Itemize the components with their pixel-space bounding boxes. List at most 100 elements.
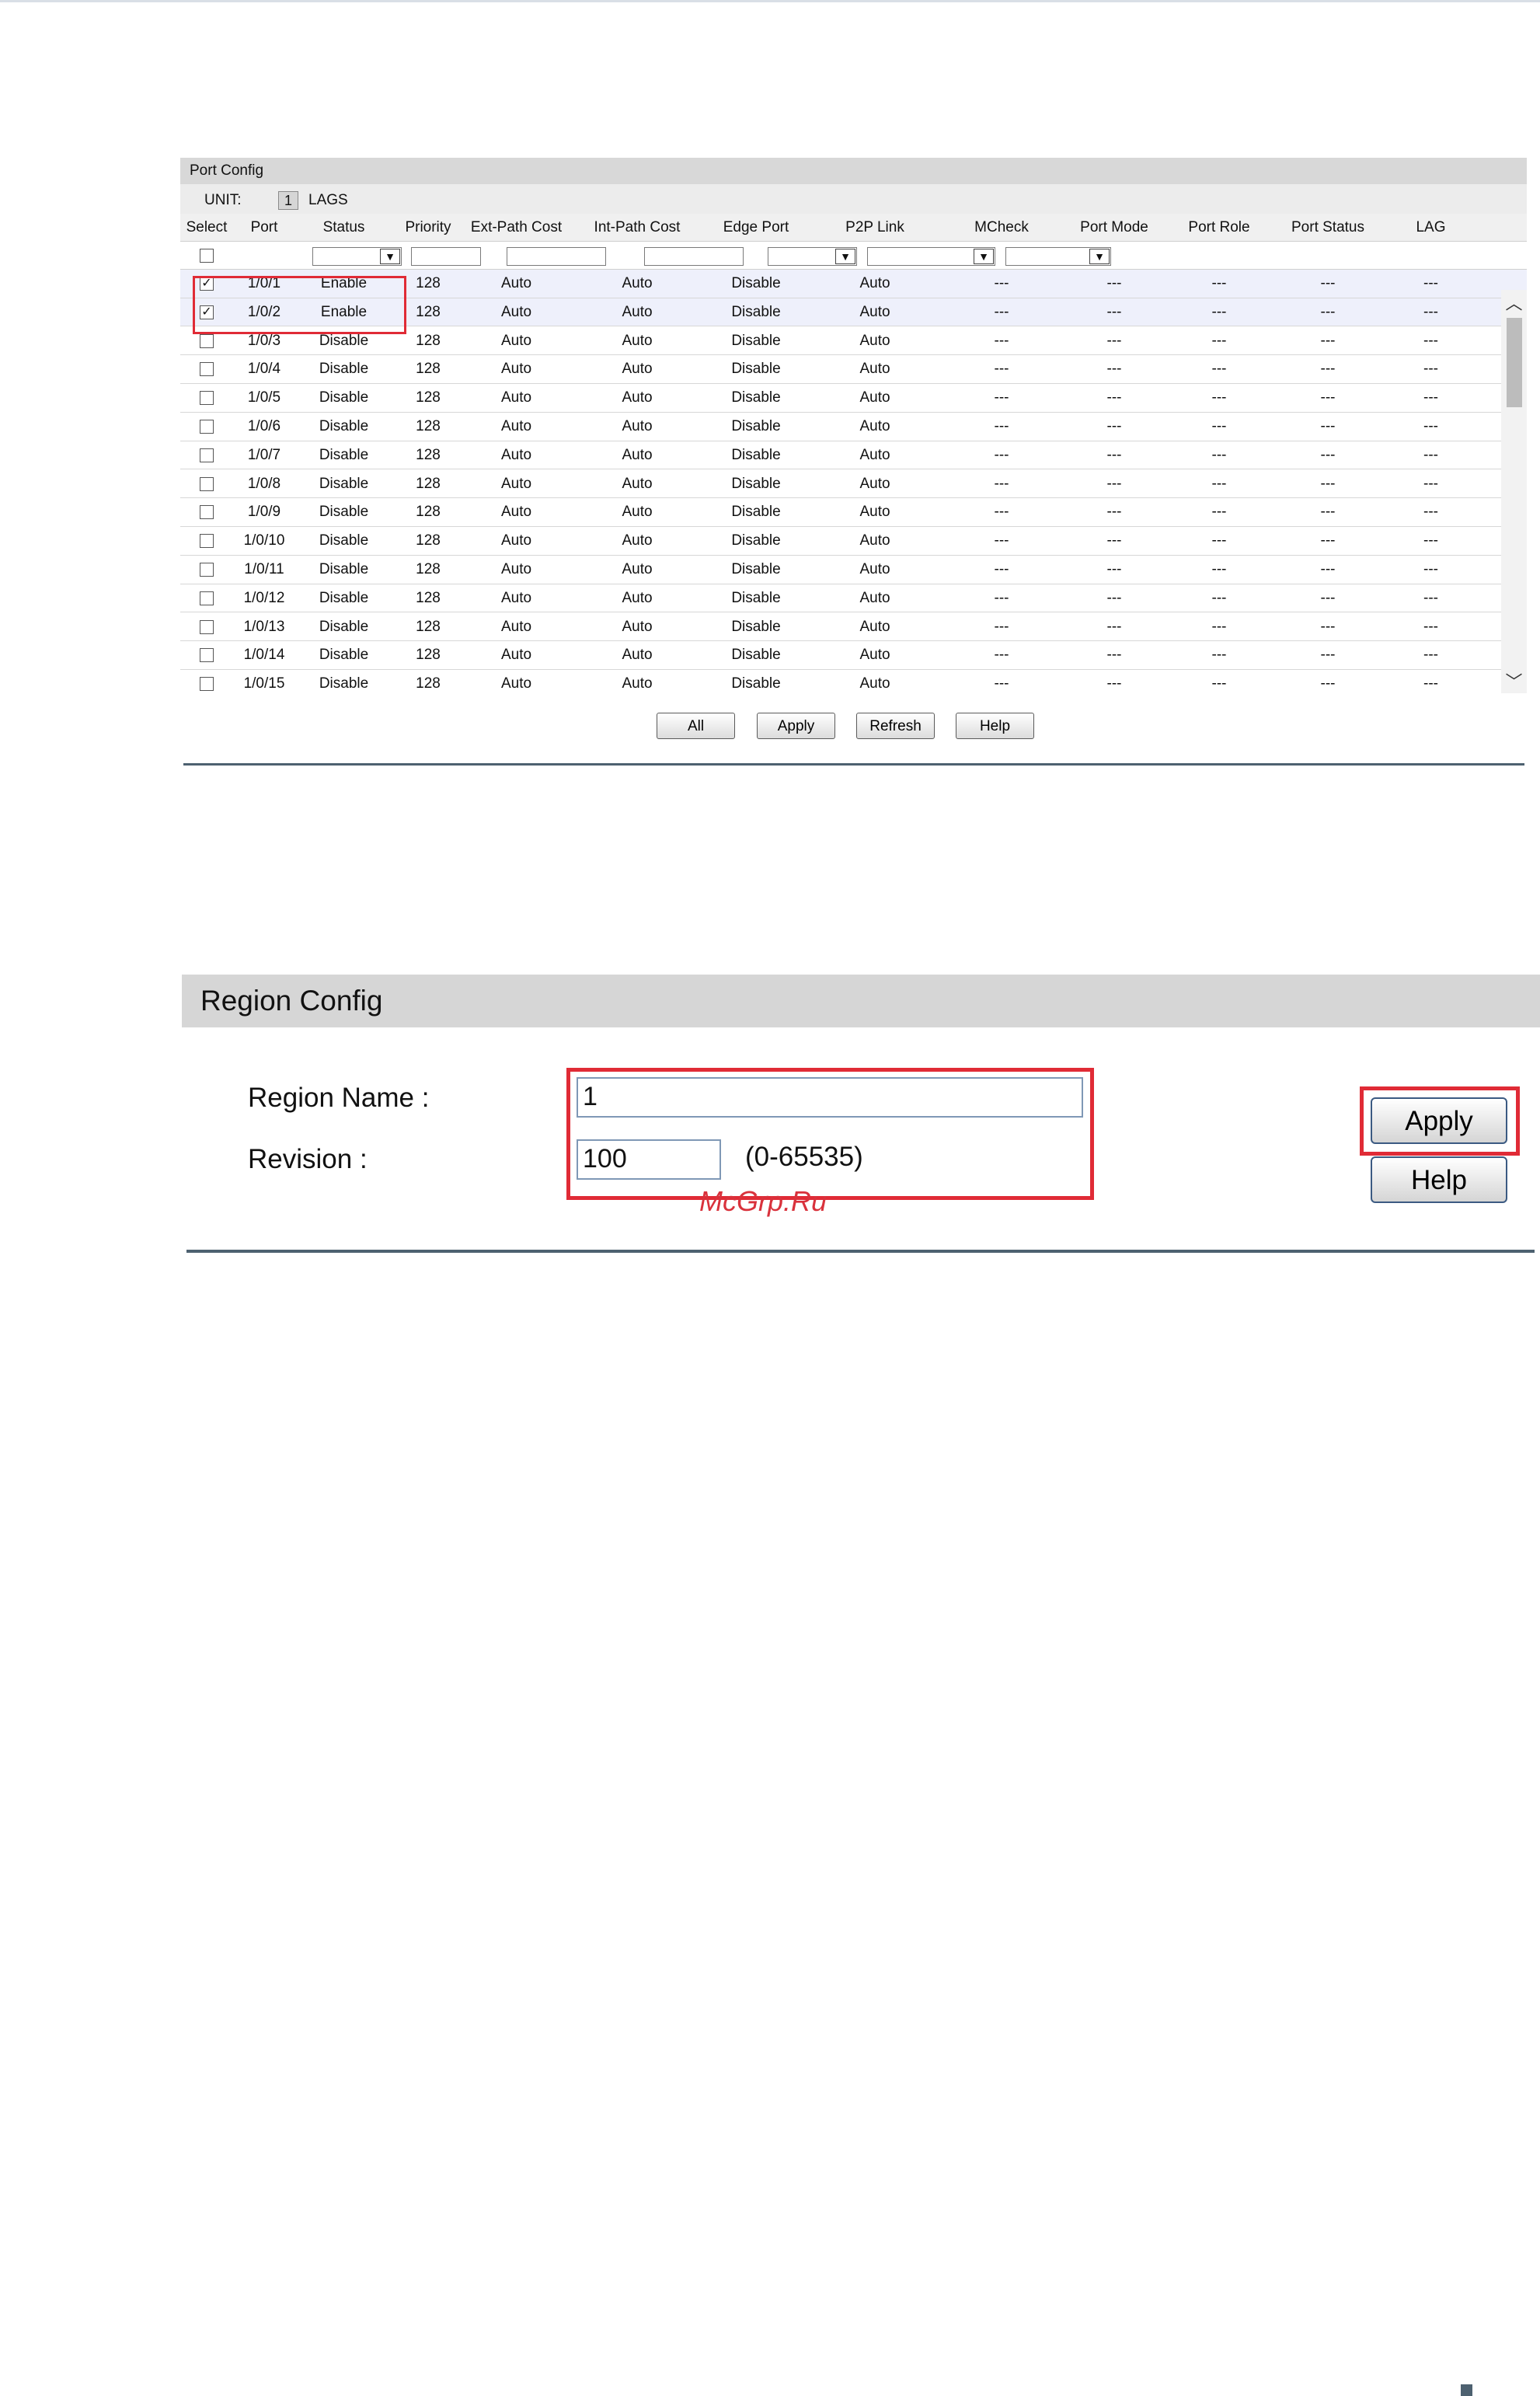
cell-p2p: Auto <box>859 618 890 635</box>
chevron-up-icon[interactable]: ︿ <box>1501 290 1527 315</box>
int-path-cost-filter-input[interactable] <box>644 247 744 266</box>
row-select-checkbox[interactable] <box>200 476 214 491</box>
row-select-checkbox[interactable] <box>200 420 214 434</box>
cell-status: Disable <box>319 418 369 434</box>
scrollbar-thumb[interactable] <box>1507 318 1522 407</box>
cell-mcheck: --- <box>994 561 1009 577</box>
cell-port: 1/0/9 <box>247 504 281 521</box>
row-select-checkbox[interactable] <box>200 563 214 577</box>
cell-int: Auto <box>622 418 653 434</box>
cell-port: 1/0/12 <box>243 589 285 606</box>
cell-int: Auto <box>622 618 653 635</box>
table-row[interactable]: 1/0/6 Disable 128 Auto Auto Disable Auto --- ---… <box>180 413 1527 441</box>
ext-path-cost-filter-input[interactable] <box>507 247 606 266</box>
row-select-checkbox[interactable] <box>200 619 214 634</box>
col-edge-port: Edge Port <box>723 219 789 235</box>
cell-mcheck: --- <box>994 675 1009 692</box>
cell-priority: 128 <box>416 475 441 492</box>
lags-tab[interactable]: LAGS <box>308 192 348 209</box>
table-row[interactable]: 1/0/9 Disable 128 Auto Auto Disable Auto --- ---… <box>180 498 1527 527</box>
cell-mcheck: --- <box>994 332 1009 349</box>
cell-lag: --- <box>1423 389 1438 406</box>
cell-mcheck: --- <box>994 647 1009 664</box>
unit-tab-1[interactable]: 1 <box>278 191 298 210</box>
table-row[interactable]: 1/0/5 Disable 128 Auto Auto Disable Auto --- ---… <box>180 384 1527 413</box>
cell-priority: 128 <box>416 418 441 434</box>
row-select-checkbox[interactable] <box>200 505 214 520</box>
cell-int: Auto <box>622 647 653 664</box>
cell-mode: --- <box>1106 504 1122 521</box>
p2p-link-filter-select[interactable]: ▼ <box>867 247 995 266</box>
cell-int: Auto <box>622 504 653 521</box>
cell-edge: Disable <box>731 561 781 577</box>
cell-edge: Disable <box>731 675 781 692</box>
table-row[interactable]: 1/0/13 Disable 128 Auto Auto Disable Auto --- --… <box>180 612 1527 642</box>
cell-mcheck: --- <box>994 446 1009 463</box>
table-row[interactable]: 1/0/8 Disable 128 Auto Auto Disable Auto --- ---… <box>180 469 1527 499</box>
status-filter-select[interactable]: ▼ <box>312 247 402 266</box>
port-config-title: Port Config <box>180 158 1527 184</box>
table-scrollbar[interactable]: ︿ ﹀ <box>1501 290 1527 693</box>
chevron-down-icon: ▼ <box>380 249 400 264</box>
table-row[interactable]: 1/0/11 Disable 128 Auto Auto Disable Auto --- --… <box>180 556 1527 584</box>
row-select-checkbox[interactable] <box>200 333 214 348</box>
chevron-down-icon: ▼ <box>835 249 855 264</box>
table-row[interactable]: 1/0/12 Disable 128 Auto Auto Disable Auto --- --… <box>180 584 1527 613</box>
cell-role: --- <box>1211 675 1227 692</box>
cell-port: 1/0/6 <box>247 418 281 434</box>
cell-mcheck: --- <box>994 618 1009 635</box>
row-select-checkbox[interactable] <box>200 591 214 605</box>
row-select-checkbox[interactable] <box>200 448 214 462</box>
cell-priority: 128 <box>416 389 441 406</box>
all-button[interactable]: All <box>657 713 735 739</box>
highlight-box-apply <box>1360 1086 1520 1156</box>
cell-p2p: Auto <box>859 418 890 434</box>
cell-mcheck: --- <box>994 532 1009 549</box>
table-row[interactable]: 1/0/4 Disable 128 Auto Auto Disable Auto --- ---… <box>180 355 1527 384</box>
cell-status: Disable <box>319 389 369 406</box>
refresh-button[interactable]: Refresh <box>856 713 935 739</box>
cell-status: Disable <box>319 589 369 606</box>
row-select-checkbox[interactable] <box>200 648 214 663</box>
cell-ext: Auto <box>500 532 532 549</box>
unit-label: UNIT: <box>204 192 242 208</box>
table-row[interactable]: 1/0/15 Disable 128 Auto Auto Disable Auto --- --… <box>180 670 1527 693</box>
cell-edge: Disable <box>731 361 781 378</box>
edge-port-filter-select[interactable]: ▼ <box>768 247 857 266</box>
cell-mcheck: --- <box>994 361 1009 378</box>
priority-filter-input[interactable] <box>411 247 481 266</box>
cell-pstatus: --- <box>1320 389 1336 406</box>
mcheck-filter-select[interactable]: ▼ <box>1005 247 1111 266</box>
cell-mode: --- <box>1106 618 1122 635</box>
cell-p2p: Auto <box>859 675 890 692</box>
table-row[interactable]: 1/0/10 Disable 128 Auto Auto Disable Auto --- --… <box>180 527 1527 556</box>
region-help-button[interactable]: Help <box>1371 1156 1507 1203</box>
cell-mode: --- <box>1106 303 1122 320</box>
cell-lag: --- <box>1423 275 1438 291</box>
row-select-checkbox[interactable] <box>200 677 214 692</box>
cell-status: Disable <box>319 647 369 664</box>
chevron-down-icon[interactable]: ﹀ <box>1501 668 1527 693</box>
table-row[interactable]: 1/0/14 Disable 128 Auto Auto Disable Auto --- --… <box>180 641 1527 670</box>
cell-ext: Auto <box>500 618 532 635</box>
col-p2p-link: P2P Link <box>845 219 904 235</box>
cell-ext: Auto <box>500 275 532 291</box>
row-select-checkbox[interactable] <box>200 534 214 549</box>
cell-int: Auto <box>622 532 653 549</box>
table-row[interactable]: 1/0/7 Disable 128 Auto Auto Disable Auto --- ---… <box>180 441 1527 470</box>
row-select-checkbox[interactable] <box>200 362 214 377</box>
cell-lag: --- <box>1423 618 1438 635</box>
cell-pstatus: --- <box>1320 475 1336 492</box>
chevron-down-icon: ▼ <box>1089 249 1110 264</box>
cell-port: 1/0/11 <box>244 561 284 577</box>
cell-edge: Disable <box>731 446 781 463</box>
port-config-panel: Port Config UNIT: 1 LAGS Select Port Sta… <box>180 158 1527 739</box>
cell-p2p: Auto <box>859 389 890 406</box>
cell-pstatus: --- <box>1320 332 1336 349</box>
cell-mode: --- <box>1106 332 1122 349</box>
help-button[interactable]: Help <box>956 713 1034 739</box>
cell-ext: Auto <box>500 389 532 406</box>
apply-button[interactable]: Apply <box>757 713 835 739</box>
select-all-checkbox[interactable] <box>200 249 214 263</box>
row-select-checkbox[interactable] <box>200 391 214 406</box>
